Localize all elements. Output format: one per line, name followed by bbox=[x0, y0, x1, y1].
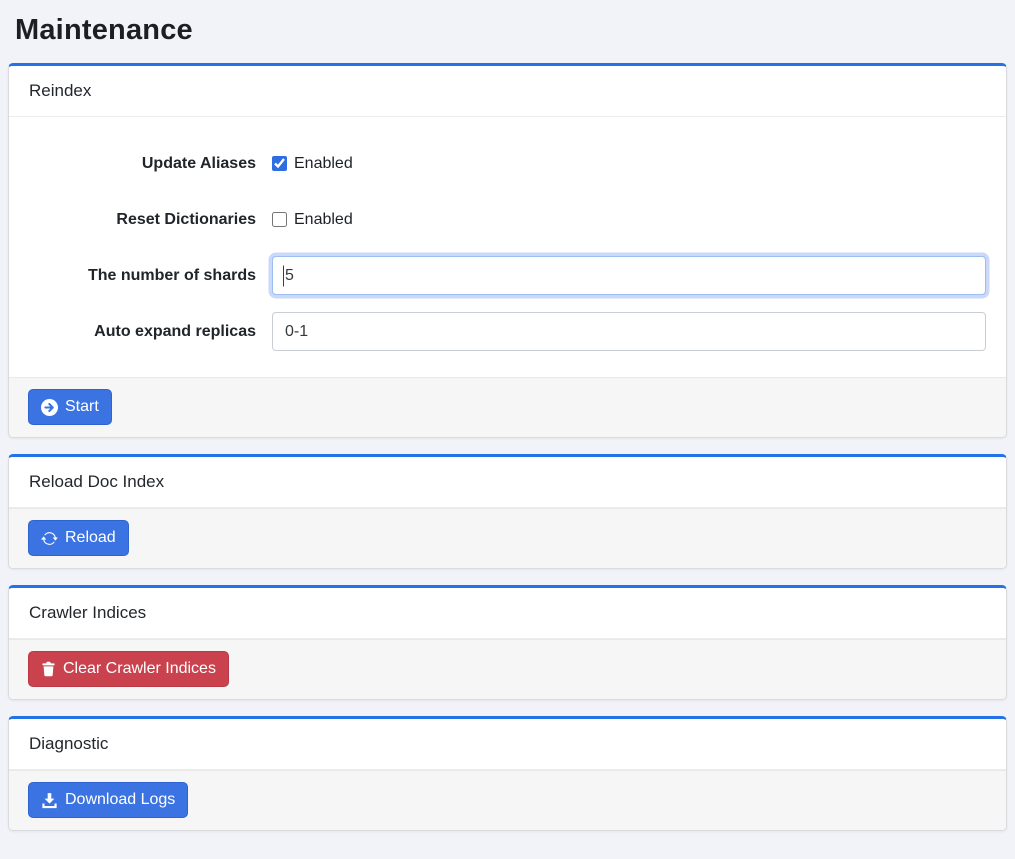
crawler-indices-card-footer: Clear Crawler Indices bbox=[9, 639, 1006, 699]
reindex-card-header: Reindex bbox=[9, 66, 1006, 117]
download-icon bbox=[41, 792, 58, 809]
reindex-card-title: Reindex bbox=[29, 81, 91, 100]
reload-doc-index-card-header: Reload Doc Index bbox=[9, 457, 1006, 508]
update-aliases-checkbox-label[interactable]: Enabled bbox=[294, 155, 353, 173]
maintenance-page: Maintenance Reindex Update Aliases Enabl… bbox=[0, 0, 1015, 831]
reload-doc-index-card-footer: Reload bbox=[9, 508, 1006, 568]
auto-expand-replicas-label: Auto expand replicas bbox=[29, 322, 256, 342]
number-of-shards-input[interactable] bbox=[272, 256, 986, 295]
clear-crawler-indices-button-label: Clear Crawler Indices bbox=[63, 661, 216, 677]
reload-button[interactable]: Reload bbox=[28, 520, 129, 556]
update-aliases-checkbox[interactable] bbox=[272, 156, 287, 171]
download-logs-button[interactable]: Download Logs bbox=[28, 782, 188, 818]
number-of-shards-row: The number of shards bbox=[29, 256, 986, 295]
reset-dictionaries-checkbox-label[interactable]: Enabled bbox=[294, 211, 353, 229]
trash-icon bbox=[41, 661, 56, 677]
diagnostic-card-header: Diagnostic bbox=[9, 719, 1006, 770]
text-caret bbox=[283, 265, 284, 286]
crawler-indices-card: Crawler Indices Clear Crawler Indices bbox=[8, 585, 1007, 700]
reload-doc-index-card: Reload Doc Index Reload bbox=[8, 454, 1007, 569]
clear-crawler-indices-button[interactable]: Clear Crawler Indices bbox=[28, 651, 229, 687]
start-button-label: Start bbox=[65, 399, 99, 415]
reset-dictionaries-label: Reset Dictionaries bbox=[29, 210, 256, 230]
reset-dictionaries-row: Reset Dictionaries Enabled bbox=[29, 200, 986, 239]
reindex-card-footer: Start bbox=[9, 377, 1006, 437]
download-logs-button-label: Download Logs bbox=[65, 792, 175, 808]
crawler-indices-card-header: Crawler Indices bbox=[9, 588, 1006, 639]
sync-icon bbox=[41, 530, 58, 547]
number-of-shards-label: The number of shards bbox=[29, 266, 256, 286]
auto-expand-replicas-row: Auto expand replicas bbox=[29, 312, 986, 351]
update-aliases-label: Update Aliases bbox=[29, 154, 256, 174]
diagnostic-card-title: Diagnostic bbox=[29, 734, 108, 753]
update-aliases-row: Update Aliases Enabled bbox=[29, 144, 986, 183]
start-button[interactable]: Start bbox=[28, 389, 112, 425]
crawler-indices-card-title: Crawler Indices bbox=[29, 603, 146, 622]
diagnostic-card-footer: Download Logs bbox=[9, 770, 1006, 830]
reset-dictionaries-checkbox[interactable] bbox=[272, 212, 287, 227]
reload-button-label: Reload bbox=[65, 530, 116, 546]
reindex-card-body: Update Aliases Enabled Reset Dictionarie… bbox=[9, 117, 1006, 377]
page-title: Maintenance bbox=[8, 0, 1007, 63]
diagnostic-card: Diagnostic Download Logs bbox=[8, 716, 1007, 831]
reindex-card: Reindex Update Aliases Enabled Reset Dic… bbox=[8, 63, 1007, 438]
auto-expand-replicas-input[interactable] bbox=[272, 312, 986, 351]
arrow-circle-right-icon bbox=[41, 399, 58, 416]
reload-doc-index-card-title: Reload Doc Index bbox=[29, 472, 164, 491]
